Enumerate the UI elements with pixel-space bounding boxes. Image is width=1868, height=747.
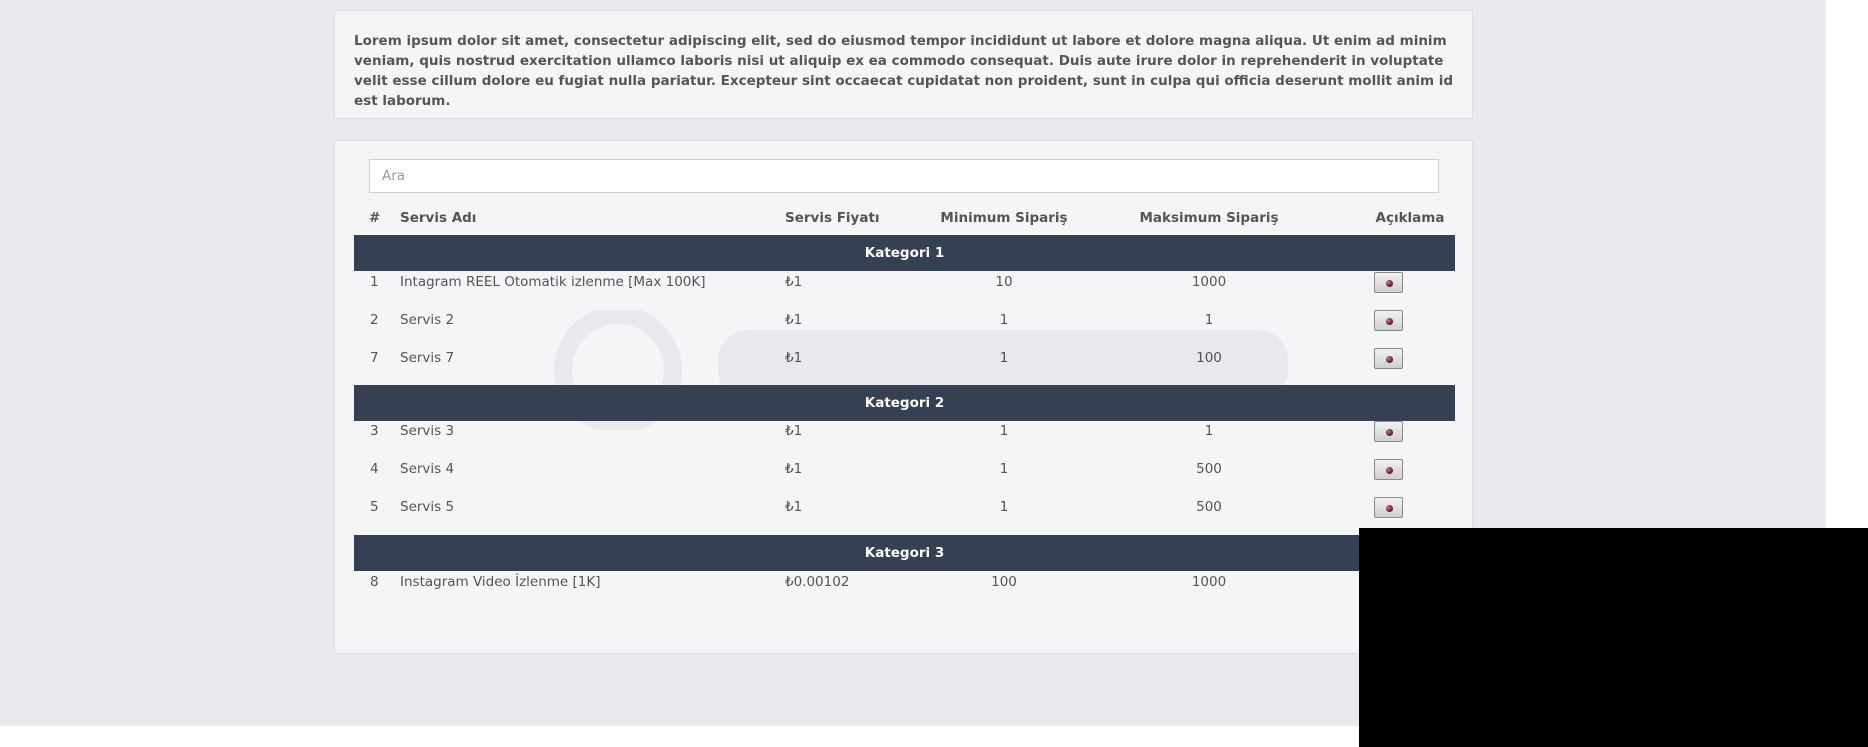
service-price: ₺1 xyxy=(785,461,803,477)
service-price: ₺1 xyxy=(785,274,803,290)
table-row: 8 Instagram Video İzlenme [1K] ₺0.00102 100… xyxy=(354,563,1455,601)
row-number: 8 xyxy=(370,574,379,590)
minimum-order: 1 xyxy=(999,499,1009,515)
maximum-order: 500 xyxy=(1196,499,1222,515)
row-number: 5 xyxy=(370,499,379,515)
info-dot-icon xyxy=(1386,280,1393,287)
maximum-order: 1000 xyxy=(1191,574,1227,590)
notice-text: Lorem ipsum dolor sit amet, consectetur … xyxy=(354,33,1454,109)
description-cell xyxy=(1374,263,1404,301)
info-dot-icon xyxy=(1386,318,1393,325)
service-name: Intagram REEL Otomatik izlenme [Max 100K… xyxy=(400,274,706,290)
table-row: 3 Servis 3 ₺1 1 1 xyxy=(354,412,1455,450)
notice-card: Lorem ipsum dolor sit amet, consectetur … xyxy=(334,10,1473,119)
description-button[interactable] xyxy=(1374,310,1403,331)
search-input[interactable] xyxy=(369,159,1439,193)
description-cell xyxy=(1374,301,1404,339)
service-price: ₺1 xyxy=(785,423,803,439)
description-button[interactable] xyxy=(1374,348,1403,369)
table-row: 7 Servis 7 ₺1 1 100 xyxy=(354,339,1455,377)
info-dot-icon xyxy=(1386,467,1393,474)
service-name: Servis 2 xyxy=(400,312,455,328)
minimum-order: 100 xyxy=(991,574,1017,590)
header-minimum-order: Minimum Sipariş xyxy=(940,210,1068,226)
service-name: Servis 5 xyxy=(400,499,455,515)
table-row: 1 Intagram REEL Otomatik izlenme [Max 100… xyxy=(354,263,1455,301)
info-dot-icon xyxy=(1386,429,1393,436)
maximum-order: 100 xyxy=(1196,350,1222,366)
header-description: Açıklama xyxy=(1375,210,1445,226)
maximum-order: 1 xyxy=(1204,423,1214,439)
description-cell xyxy=(1374,450,1404,488)
minimum-order: 1 xyxy=(999,423,1009,439)
table-row: 5 Servis 5 ₺1 1 500 xyxy=(354,488,1455,526)
redaction-overlay xyxy=(1359,528,1868,747)
description-cell xyxy=(1374,339,1404,377)
table-row: 4 Servis 4 ₺1 1 500 xyxy=(354,450,1455,488)
description-button[interactable] xyxy=(1374,497,1403,518)
row-number: 7 xyxy=(370,350,379,366)
minimum-order: 10 xyxy=(995,274,1013,290)
service-price: ₺1 xyxy=(785,350,803,366)
maximum-order: 500 xyxy=(1196,461,1222,477)
description-button[interactable] xyxy=(1374,421,1403,442)
service-price: ₺1 xyxy=(785,312,803,328)
service-price: ₺1 xyxy=(785,499,803,515)
row-number: 3 xyxy=(370,423,379,439)
maximum-order: 1 xyxy=(1204,312,1214,328)
row-number: 4 xyxy=(370,461,379,477)
header-service-name: Servis Adı xyxy=(400,210,477,226)
minimum-order: 1 xyxy=(999,350,1009,366)
description-cell xyxy=(1374,412,1404,450)
services-card: # Servis Adı Servis Fiyatı Minimum Sipar… xyxy=(334,140,1473,654)
header-service-price: Servis Fiyatı xyxy=(785,210,880,226)
info-dot-icon xyxy=(1386,505,1393,512)
table-row: 2 Servis 2 ₺1 1 1 xyxy=(354,301,1455,339)
header-maximum-order: Maksimum Sipariş xyxy=(1139,210,1279,226)
description-cell xyxy=(1374,488,1404,526)
service-price: ₺0.00102 xyxy=(785,574,850,590)
description-button[interactable] xyxy=(1374,459,1403,480)
description-button[interactable] xyxy=(1374,272,1403,293)
info-dot-icon xyxy=(1386,356,1393,363)
row-number: 2 xyxy=(370,312,379,328)
service-name: Servis 3 xyxy=(400,423,455,439)
row-number: 1 xyxy=(370,274,379,290)
header-number: # xyxy=(369,210,381,226)
service-name: Servis 7 xyxy=(400,350,455,366)
maximum-order: 1000 xyxy=(1191,274,1227,290)
service-name: Instagram Video İzlenme [1K] xyxy=(400,574,601,590)
service-name: Servis 4 xyxy=(400,461,455,477)
minimum-order: 1 xyxy=(999,312,1009,328)
minimum-order: 1 xyxy=(999,461,1009,477)
